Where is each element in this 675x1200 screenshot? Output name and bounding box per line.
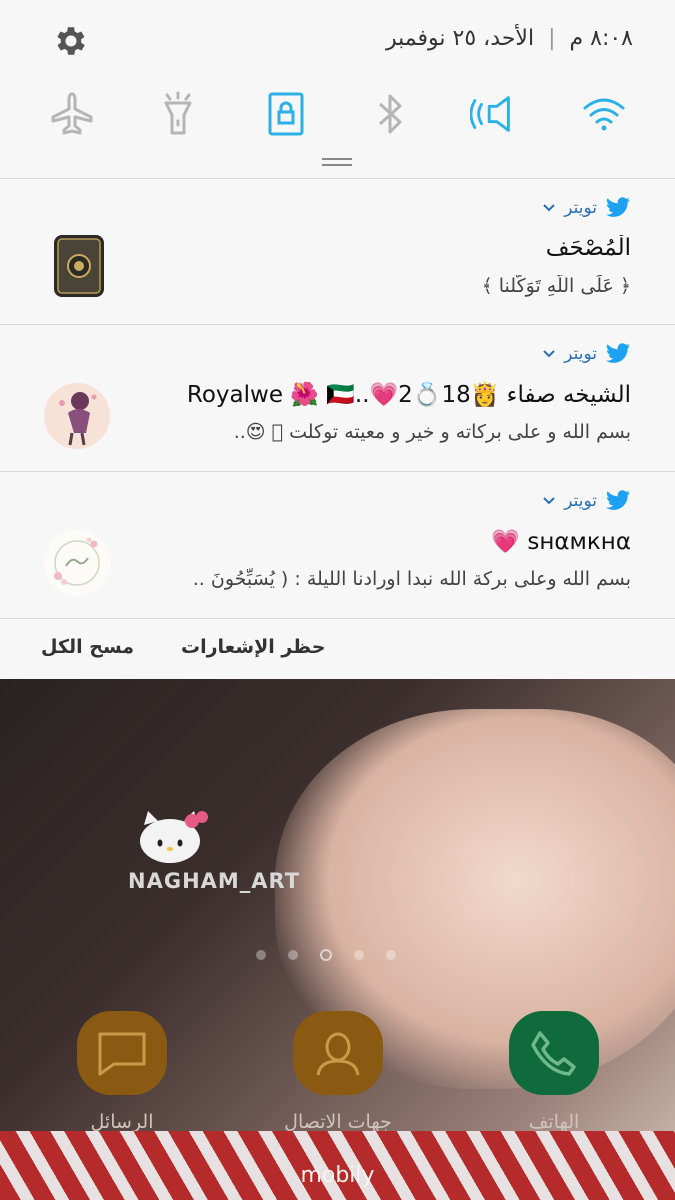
page-indicator (256, 949, 396, 961)
sound-icon[interactable] (470, 90, 518, 138)
notification-card[interactable]: تويتر الشيخه صفاء 👸18💍2💗..Royalwe 🌺 🇰🇼 ب… (0, 325, 675, 471)
notification-text: ﴿ عَلَى اللَّهِ تَوَكَّلنا ﴾ (481, 275, 631, 297)
notification-app-row: تويتر (542, 343, 631, 365)
settings-gear-icon[interactable] (52, 22, 90, 60)
phone-app-icon[interactable] (509, 1011, 599, 1095)
separator: | (548, 26, 556, 51)
notification-app-row: تويتر (542, 490, 631, 512)
contacts-app-label: جهات الاتصال (284, 1111, 392, 1133)
status-header: ٨:٠٨ م | الأحد، ٢٥ نوفمبر (0, 0, 675, 80)
home-screen-wallpaper: NAGHAM_ART الرسائل جهات الاتصال الهاتف m… (0, 679, 675, 1200)
notification-app-name: تويتر (564, 198, 597, 218)
user-avatar (44, 530, 110, 596)
notification-title: الْمُصْحَف (545, 235, 631, 261)
twitter-bird-icon (606, 343, 630, 363)
time-text: ٨:٠٨ م (569, 26, 634, 51)
quran-book-avatar (54, 235, 104, 297)
contacts-app-icon[interactable] (293, 1011, 383, 1095)
messages-app-label: الرسائل (90, 1111, 154, 1133)
notification-actions-bar: حظر الإشعارات مسح الكل (0, 619, 675, 679)
page-dot (288, 950, 298, 960)
wifi-icon[interactable] (580, 90, 628, 138)
panel-expand-handle[interactable] (322, 158, 352, 166)
notification-card[interactable]: تويتر ѕнαмкнα 💗 بسم الله وعلى بركة الله … (0, 472, 675, 618)
notification-app-name: تويتر (564, 491, 597, 511)
carrier-name: mobily (300, 1163, 375, 1188)
phone-app-label: الهاتف (528, 1111, 580, 1133)
block-notifications-button[interactable]: حظر الإشعارات (181, 636, 325, 658)
notification-text: بسم الله و على بركاته و خير و معيته توكل… (233, 421, 631, 443)
twitter-bird-icon (606, 197, 630, 217)
notification-app-row: تويتر (542, 197, 631, 219)
page-dot (256, 950, 266, 960)
airplane-mode-icon[interactable] (48, 90, 96, 138)
chevron-down-icon[interactable] (542, 203, 556, 213)
chevron-down-icon[interactable] (542, 496, 556, 506)
page-dot (386, 950, 396, 960)
notification-text: بسم الله وعلى بركة الله نبدا اورادنا الل… (192, 568, 631, 590)
date-text: الأحد، ٢٥ نوفمبر (386, 26, 535, 51)
clock-date: ٨:٠٨ م | الأحد، ٢٥ نوفمبر (386, 26, 633, 51)
bluetooth-icon[interactable] (366, 90, 414, 138)
notification-card[interactable]: تويتر الْمُصْحَف ﴿ عَلَى اللَّهِ تَوَكَّ… (0, 179, 675, 325)
hello-kitty-icon (132, 807, 212, 867)
page-dot (354, 950, 364, 960)
home-page-dot (320, 949, 332, 961)
twitter-bird-icon (606, 490, 630, 510)
chevron-down-icon[interactable] (542, 349, 556, 359)
notification-app-name: تويتر (564, 344, 597, 364)
notification-title: ѕнαмкнα 💗 (491, 529, 631, 555)
wallpaper-watermark: NAGHAM_ART (128, 869, 301, 893)
clear-all-button[interactable]: مسح الكل (41, 636, 134, 658)
quick-toggles (0, 80, 675, 150)
screen-rotation-lock-icon[interactable] (262, 90, 310, 138)
messages-app-icon[interactable] (77, 1011, 167, 1095)
user-avatar (44, 383, 110, 449)
notification-title: الشيخه صفاء 👸18💍2💗..Royalwe 🌺 🇰🇼 (186, 382, 631, 408)
flashlight-icon[interactable] (154, 90, 202, 138)
